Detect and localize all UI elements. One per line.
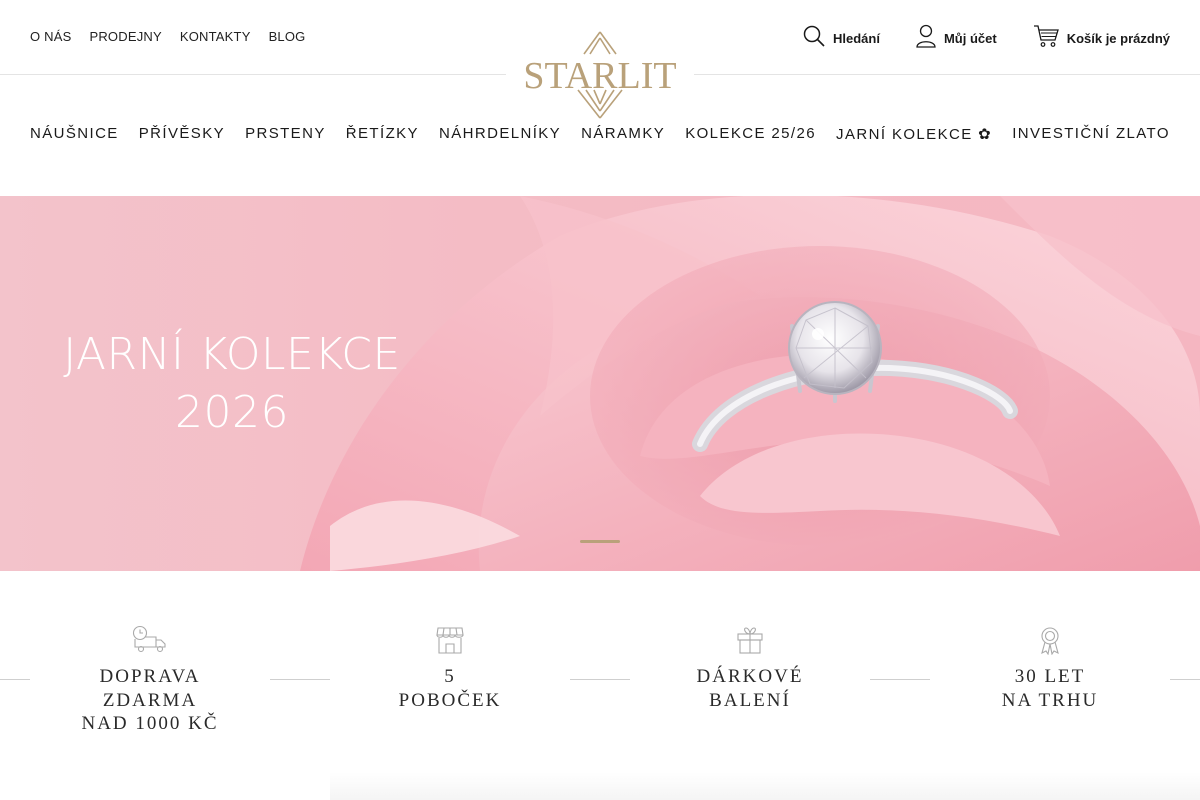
- feature-gift: DÁRKOVÉ BALENÍ: [630, 623, 870, 712]
- top-link-kontakty[interactable]: KONTAKTY: [180, 29, 251, 44]
- top-link-o-nas[interactable]: O NÁS: [30, 29, 71, 44]
- nav-item-jarni-kolekce[interactable]: JARNÍ KOLEKCE ✿: [836, 125, 992, 143]
- feature-divider: [870, 679, 930, 680]
- feature-divider: [270, 679, 330, 680]
- feature-delivery-line3: NAD 1000 KČ: [81, 713, 219, 734]
- cart-icon: [1033, 24, 1059, 53]
- store-icon: [330, 623, 570, 657]
- user-icon: [916, 24, 936, 53]
- feature-years: 30 LET NA TRHU: [930, 623, 1170, 712]
- section-shadow: [330, 772, 1200, 800]
- slider-indicator[interactable]: [580, 540, 620, 543]
- starlit-logo-icon: STARLIT: [523, 31, 677, 119]
- hero-title-line2: 2026: [175, 387, 289, 438]
- features-strip: DOPRAVA ZDARMA NAD 1000 KČ 5 POBOČEK DÁR…: [0, 571, 1200, 800]
- logo[interactable]: STARLIT: [506, 28, 694, 122]
- hero-title: JARNÍ KOLEKCE 2026: [40, 326, 424, 442]
- feature-gift-line2: BALENÍ: [709, 689, 791, 711]
- nav-item-nahrdelniky[interactable]: NÁHRDELNÍKY: [439, 125, 561, 143]
- feature-stores-line2: POBOČEK: [398, 689, 502, 711]
- feature-divider: [0, 679, 30, 680]
- feature-delivery: DOPRAVA ZDARMA NAD 1000 KČ: [30, 623, 270, 736]
- top-links: O NÁS PRODEJNY KONTAKTY BLOG: [30, 29, 306, 44]
- feature-years-line2: NA TRHU: [1001, 689, 1099, 711]
- nav-item-nausnice[interactable]: NÁUŠNICE: [30, 125, 119, 143]
- account-button[interactable]: Můj účet: [916, 24, 997, 53]
- nav-item-prsteny[interactable]: PRSTENY: [245, 125, 326, 143]
- feature-stores: 5 POBOČEK: [330, 623, 570, 712]
- gift-icon: [630, 623, 870, 657]
- feature-delivery-line1: DOPRAVA: [99, 666, 201, 687]
- cart-label: Košík je prázdný: [1066, 31, 1170, 46]
- delivery-truck-icon: [30, 623, 270, 657]
- nav-item-naramky[interactable]: NÁRAMKY: [581, 125, 665, 143]
- feature-years-line1: 30 LET: [1014, 666, 1086, 687]
- award-ribbon-icon: [930, 623, 1170, 657]
- feature-gift-line1: DÁRKOVÉ: [696, 666, 804, 687]
- top-link-blog[interactable]: BLOG: [269, 29, 306, 44]
- nav-item-privesky[interactable]: PŘÍVĚSKY: [139, 125, 225, 143]
- cart-button[interactable]: Košík je prázdný: [1033, 24, 1170, 53]
- nav-item-kolekce[interactable]: KOLEKCE 25/26: [685, 125, 816, 143]
- search-label: Hledání: [832, 31, 880, 46]
- search-button[interactable]: Hledání: [803, 25, 880, 52]
- feature-divider: [1170, 679, 1200, 680]
- header-tools: Hledání Můj účet Košík je prázdný: [803, 24, 1170, 53]
- main-nav: NÁUŠNICE PŘÍVĚSKY PRSTENY ŘETÍZKY NÁHRDE…: [30, 125, 1170, 143]
- search-icon: [803, 25, 825, 52]
- feature-delivery-line2: ZDARMA: [102, 689, 198, 711]
- feature-divider: [570, 679, 630, 680]
- account-label: Můj účet: [943, 31, 997, 46]
- hero-title-line1: JARNÍ KOLEKCE: [63, 329, 401, 380]
- nav-item-retizky[interactable]: ŘETÍZKY: [346, 125, 419, 143]
- nav-item-investicni-zlato[interactable]: INVESTIČNÍ ZLATO: [1012, 125, 1170, 143]
- svg-text:STARLIT: STARLIT: [523, 55, 676, 97]
- top-link-prodejny[interactable]: PRODEJNY: [89, 29, 161, 44]
- hero-banner[interactable]: JARNÍ KOLEKCE 2026: [0, 196, 1200, 571]
- feature-stores-line1: 5: [444, 666, 456, 687]
